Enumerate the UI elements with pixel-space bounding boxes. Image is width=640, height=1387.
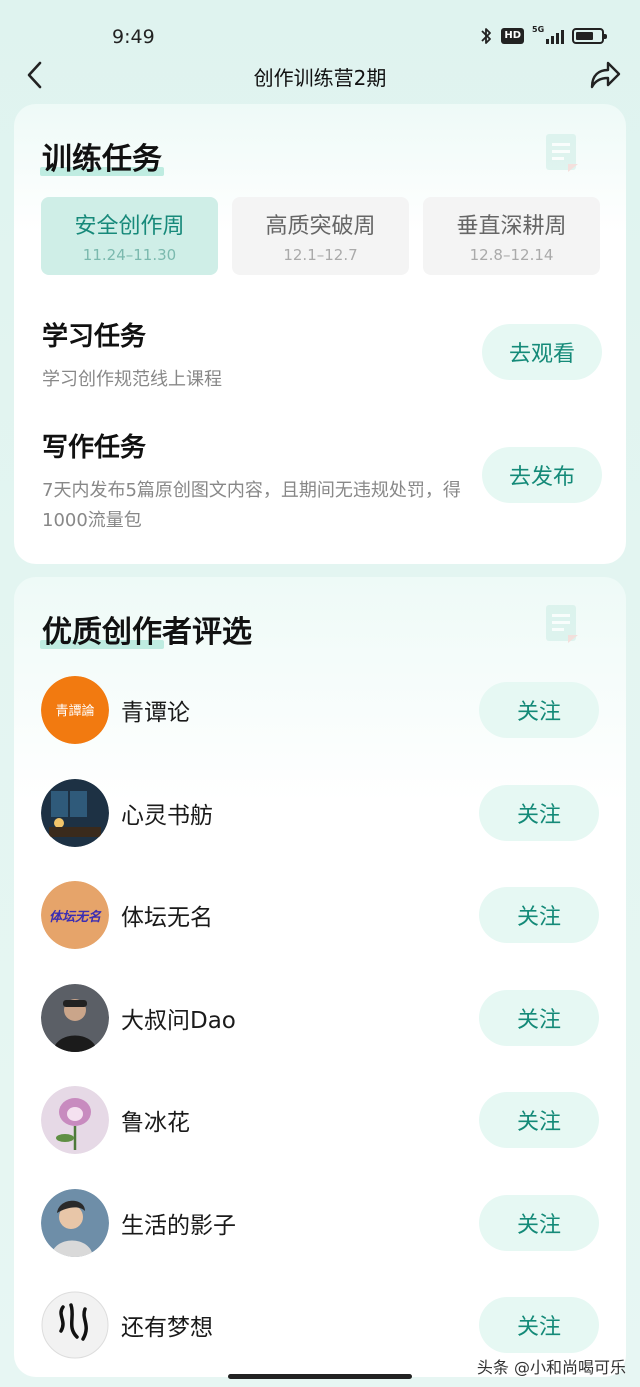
author-name[interactable]: 大叔问Dao [121,1001,236,1035]
week-name: 垂直深耕周 [456,214,567,239]
author-list: 青譚論 青谭论 关注 心灵书舫 关注 体坛无名 体坛无名 关注 大叔问Dao 关… [41,671,599,1387]
follow-button[interactable]: 关注 [479,1194,599,1251]
avatar-logo-text: 青譚論 [55,703,94,719]
publish-button[interactable]: 去发布 [482,447,602,503]
signal-icon: 5G [532,25,564,44]
tab-week-1[interactable]: 安全创作周 11.24–11.30 [41,197,218,275]
author-row: 心灵书舫 关注 [41,774,599,877]
bluetooth-icon [481,28,492,44]
watermark: 头条 @小和尚喝可乐 [476,1358,626,1377]
author-row: 体坛无名 体坛无名 关注 [41,876,599,979]
network-type: 5G [532,25,545,34]
study-task-desc: 学习创作规范线上课程 [42,369,222,390]
author-row: 大叔问Dao 关注 [41,979,599,1082]
battery-icon [572,28,607,44]
study-task: 学习任务 学习创作规范线上课程 去观看 [42,316,602,395]
author-name[interactable]: 还有梦想 [121,1308,213,1342]
follow-button[interactable]: 关注 [479,784,599,841]
follow-button[interactable]: 关注 [479,682,599,738]
watch-button[interactable]: 去观看 [482,324,602,380]
authors-title: 优质创作者评选 [40,607,252,651]
training-card: 训练任务 安全创作周 11.24–11.30 高质突破周 12.1–12.7 垂… [14,104,626,564]
author-row: 生活的影子 关注 [41,1184,599,1287]
tab-week-2[interactable]: 高质突破周 12.1–12.7 [232,197,409,275]
avatar[interactable] [41,1188,109,1257]
authors-title-text: 优质创作者评选 [42,615,252,650]
week-name: 安全创作周 [74,214,185,239]
avatar[interactable] [41,1291,109,1359]
author-name[interactable]: 生活的影子 [121,1206,236,1240]
avatar[interactable] [41,983,109,1052]
document-icon [546,134,578,172]
author-name[interactable]: 鲁冰花 [121,1103,190,1137]
week-date: 12.8–12.14 [469,246,554,264]
training-title-text: 训练任务 [42,142,162,177]
author-row: 鲁冰花 关注 [41,1081,599,1184]
hd-badge: HD [501,28,524,44]
avatar[interactable]: 青譚論 [41,676,109,744]
home-indicator[interactable] [228,1374,412,1379]
author-row: 青譚論 青谭论 关注 [41,671,599,774]
author-name[interactable]: 心灵书舫 [121,796,213,830]
share-button[interactable] [588,58,622,92]
status-time: 9:49 [112,26,155,48]
author-name[interactable]: 青谭论 [121,693,190,727]
share-icon [590,61,621,89]
avatar[interactable]: 体坛无名 [41,881,109,949]
tab-week-3[interactable]: 垂直深耕周 12.8–12.14 [423,197,600,275]
document-icon [546,605,578,643]
author-name[interactable]: 体坛无名 [121,898,213,932]
follow-button[interactable]: 关注 [479,1092,599,1148]
authors-card: 优质创作者评选 青譚論 青谭论 关注 心灵书舫 关注 体坛无名 体坛无名 关注 … [14,577,626,1377]
nav-bar: 创作训练营2期 [0,52,640,98]
week-date: 11.24–11.30 [82,246,177,264]
week-date: 12.1–12.7 [283,246,358,264]
follow-button[interactable]: 关注 [479,1297,599,1353]
page-title: 创作训练营2期 [253,66,387,90]
avatar[interactable] [41,1086,109,1154]
writing-task: 写作任务 7天内发布5篇原创图文内容，且期间无违规处罚，得1000流量包 去发布 [42,427,602,536]
status-icons: HD 5G [479,25,607,46]
avatar-logo-text: 体坛无名 [49,909,102,925]
follow-button[interactable]: 关注 [479,989,599,1046]
week-name: 高质突破周 [265,214,376,239]
writing-task-desc: 7天内发布5篇原创图文内容，且期间无违规处罚，得1000流量包 [42,480,461,531]
avatar[interactable] [41,778,109,847]
follow-button[interactable]: 关注 [479,887,599,943]
training-title: 训练任务 [40,134,164,178]
week-tabs: 安全创作周 11.24–11.30 高质突破周 12.1–12.7 垂直深耕周 … [41,197,600,275]
